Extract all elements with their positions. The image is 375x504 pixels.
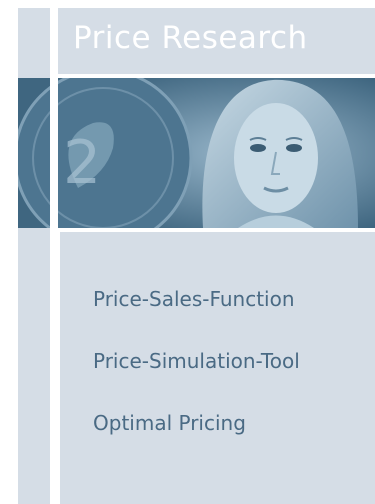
page: Price Research 2 Price-Sales-Function Pr…: [0, 0, 375, 504]
hero-image: 2: [18, 78, 375, 228]
menu-item-price-simulation-tool[interactable]: Price-Simulation-Tool: [93, 349, 300, 373]
image-divider: [50, 78, 58, 228]
page-title: Price Research: [73, 20, 308, 56]
menu-item-price-sales-function[interactable]: Price-Sales-Function: [93, 287, 295, 311]
svg-text:2: 2: [63, 128, 101, 198]
euro-coin-icon: 2: [18, 78, 193, 228]
hero-illustration: 2: [18, 78, 375, 228]
menu-item-optimal-pricing[interactable]: Optimal Pricing: [93, 411, 246, 435]
